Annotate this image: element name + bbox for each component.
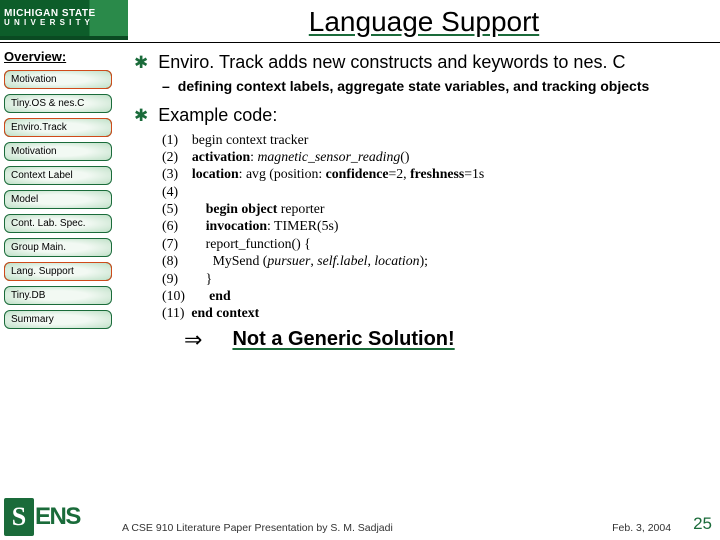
code-line: (3) location: avg (position: confidence=… — [162, 165, 532, 182]
sidebar-item-9[interactable]: Tiny.DB — [4, 286, 112, 305]
sidebar-item-10[interactable]: Summary — [4, 310, 112, 329]
page-number: 25 — [693, 514, 712, 537]
sidebar-item-2[interactable]: Enviro.Track — [4, 118, 112, 137]
sidebar-item-7[interactable]: Group Main. — [4, 238, 112, 257]
bullet-icon: ✱ — [134, 52, 148, 74]
code-example: (1) begin context tracker (2) activation… — [162, 131, 532, 322]
sidebar-item-5[interactable]: Model — [4, 190, 112, 209]
code-line: (5) begin object reporter — [162, 200, 532, 217]
sens-logo: S ENS — [4, 497, 116, 537]
code-line: (2) activation: magnetic_sensor_reading(… — [162, 148, 532, 165]
code-line: (1) begin context tracker — [162, 131, 532, 148]
code-line: (6) invocation: TIMER(5s) — [162, 217, 532, 234]
sidebar-item-0[interactable]: Motivation — [4, 70, 112, 89]
bullet-icon: ✱ — [134, 105, 148, 127]
code-line: (8) MySend (pursuer, self.label, locatio… — [162, 252, 532, 269]
sidebar-heading: Overview: — [4, 49, 122, 64]
code-line: (9) } — [162, 270, 532, 287]
sub-bullet-1: defining context labels, aggregate state… — [178, 78, 649, 96]
logo-line2: U N I V E R S I T Y — [4, 19, 128, 28]
sidebar-item-8[interactable]: Lang. Support — [4, 262, 112, 281]
code-line: (11) end context — [162, 304, 532, 321]
sidebar-item-1[interactable]: Tiny.OS & nes.C — [4, 94, 112, 113]
sidebar-item-4[interactable]: Context Label — [4, 166, 112, 185]
slide-content: ✱ Enviro. Track adds new constructs and … — [128, 43, 720, 511]
bullet-2: Example code: — [158, 104, 277, 127]
slide-title: Language Support — [128, 0, 720, 42]
s-badge: S — [4, 498, 34, 536]
slide-footer: S ENS A CSE 910 Literature Paper Present… — [0, 497, 720, 537]
conclusion-text: Not a Generic Solution! — [232, 327, 454, 352]
footer-date: Feb. 3, 2004 — [612, 522, 671, 537]
sidebar-item-3[interactable]: Motivation — [4, 142, 112, 161]
slide-header: MICHIGAN STATE U N I V E R S I T Y Langu… — [0, 0, 720, 43]
implies-icon: ⇒ — [184, 326, 202, 354]
ens-text: ENS — [35, 503, 80, 531]
code-line: (4) — [162, 183, 532, 200]
msu-logo: MICHIGAN STATE U N I V E R S I T Y — [0, 0, 128, 40]
footer-text: A CSE 910 Literature Paper Presentation … — [116, 522, 612, 537]
sidebar-item-6[interactable]: Cont. Lab. Spec. — [4, 214, 112, 233]
dash-icon: – — [162, 78, 170, 96]
bullet-1: Enviro. Track adds new constructs and ke… — [158, 51, 625, 74]
code-line: (10) end — [162, 287, 532, 304]
code-line: (7) report_function() { — [162, 235, 532, 252]
sidebar-nav: Overview: Motivation Tiny.OS & nes.C Envir… — [0, 43, 128, 511]
